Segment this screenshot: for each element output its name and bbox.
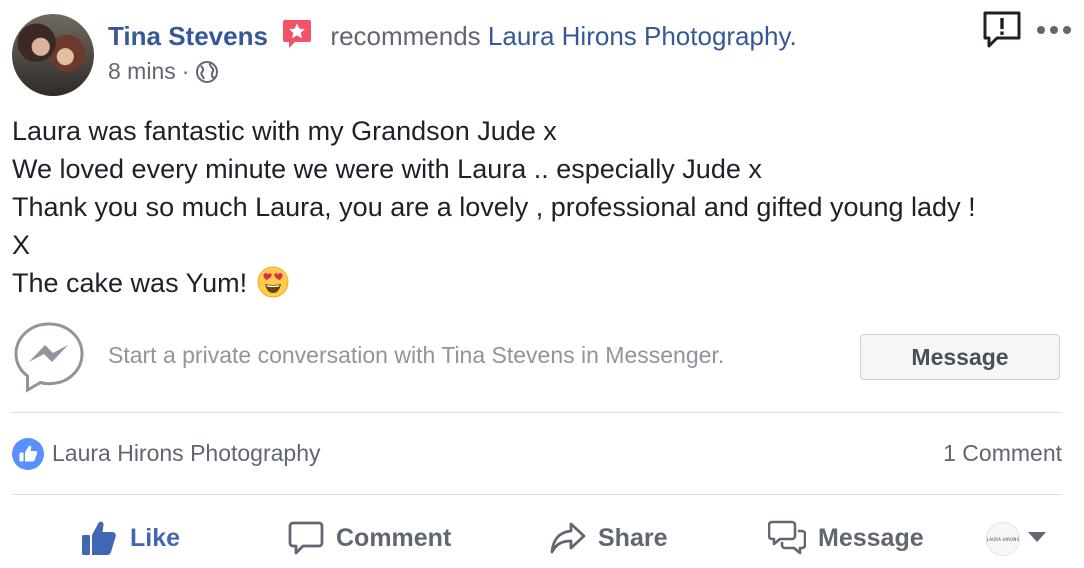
page-avatar[interactable]: LAURA HIRONS	[986, 522, 1020, 556]
messenger-prompt-text: Start a private conversation with Tina S…	[108, 342, 725, 368]
messenger-prompt: Start a private conversation with Tina S…	[12, 320, 1062, 400]
post-text-line-last: The cake was Yum!	[12, 264, 1072, 302]
post-text-line: Thank you so much Laura, you are a lovel…	[12, 192, 976, 222]
message-button[interactable]: Message	[860, 334, 1060, 380]
page-link[interactable]: Laura Hirons Photography.	[488, 21, 797, 51]
reactions-row: Laura Hirons Photography 1 Comment	[12, 432, 1062, 476]
message-action-button[interactable]: Message	[768, 510, 924, 566]
share-button[interactable]: Share	[550, 510, 667, 566]
comment-label: Comment	[336, 523, 452, 552]
chevron-down-icon[interactable]	[1028, 532, 1046, 542]
action-bar: Like Comment Share Message	[0, 510, 1084, 566]
share-icon	[550, 522, 586, 554]
divider	[12, 494, 1062, 495]
post-body: Laura was fantastic with my Grandson Jud…	[12, 112, 1072, 302]
more-options-icon[interactable]	[1034, 16, 1074, 44]
post-header: Tina Stevens recommends Laura Hirons Pho…	[108, 16, 1084, 96]
post-meta: 8 mins ·	[108, 58, 219, 85]
globe-icon[interactable]	[195, 60, 219, 84]
post-text-line: X	[12, 230, 31, 260]
post-text-line: Laura was fantastic with my Grandson Jud…	[12, 116, 557, 146]
thumbs-up-icon	[82, 521, 116, 555]
report-icon[interactable]	[982, 10, 1022, 50]
recommends-text: recommends	[330, 21, 481, 51]
post-timestamp[interactable]: 8 mins	[108, 58, 176, 85]
share-label: Share	[598, 523, 668, 552]
comment-count-link[interactable]: 1 Comment	[943, 440, 1062, 467]
meta-separator: ·	[181, 58, 190, 84]
message-label: Message	[818, 523, 924, 552]
like-button[interactable]: Like	[80, 510, 180, 566]
divider	[12, 412, 1062, 413]
heart-eyes-emoji-icon	[257, 266, 289, 298]
comment-button[interactable]: Comment	[288, 510, 451, 566]
messenger-icon	[14, 322, 84, 393]
messages-icon	[768, 520, 806, 555]
like-reaction-icon[interactable]	[12, 438, 44, 470]
liked-by-link[interactable]: Laura Hirons Photography	[52, 440, 321, 467]
star-badge-icon	[283, 20, 312, 48]
page-avatar-text: LAURA HIRONS	[986, 536, 1020, 542]
post-text-line: We loved every minute we were with Laura…	[12, 154, 762, 184]
like-label: Like	[130, 523, 181, 552]
author-name[interactable]: Tina Stevens	[108, 21, 268, 51]
comment-icon	[288, 521, 324, 555]
header-line: Tina Stevens recommends Laura Hirons Pho…	[108, 16, 1084, 56]
author-avatar[interactable]	[12, 14, 94, 96]
post-text-line: The cake was Yum!	[12, 268, 248, 298]
